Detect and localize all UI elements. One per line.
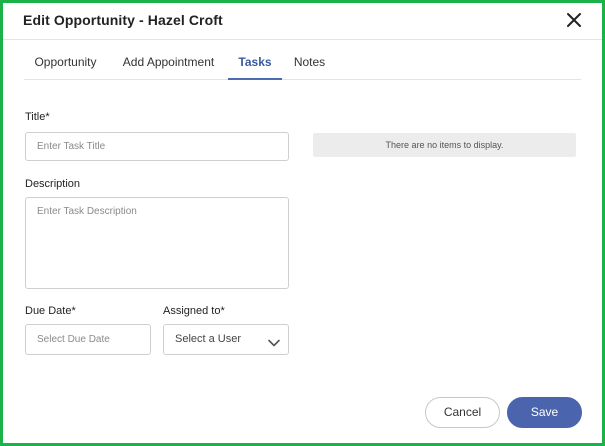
task-title-input[interactable] [25, 132, 289, 161]
assigned-user-select[interactable]: Select a User [163, 324, 289, 355]
tab-opportunity[interactable]: Opportunity [24, 45, 107, 80]
description-label: Description [25, 178, 81, 190]
cancel-button[interactable]: Cancel [425, 397, 500, 428]
empty-task-list: There are no items to display. [313, 133, 576, 157]
task-description-input[interactable] [25, 197, 289, 289]
tab-notes[interactable]: Notes [288, 45, 331, 80]
tab-bar: Opportunity Add Appointment Tasks Notes [24, 45, 581, 80]
close-icon[interactable] [565, 11, 583, 29]
due-date-input[interactable] [25, 324, 151, 355]
chevron-down-icon [268, 335, 280, 347]
tab-add-appointment[interactable]: Add Appointment [115, 45, 222, 80]
assigned-to-label: Assigned to* [163, 305, 225, 317]
dialog-title: Edit Opportunity - Hazel Croft [23, 12, 223, 28]
dialog-header: Edit Opportunity - Hazel Croft [3, 3, 602, 40]
title-label: Title* [25, 111, 50, 123]
due-date-label: Due Date* [25, 305, 76, 317]
assigned-user-value: Select a User [175, 333, 242, 345]
tab-tasks[interactable]: Tasks [228, 45, 282, 80]
save-button[interactable]: Save [507, 397, 582, 428]
